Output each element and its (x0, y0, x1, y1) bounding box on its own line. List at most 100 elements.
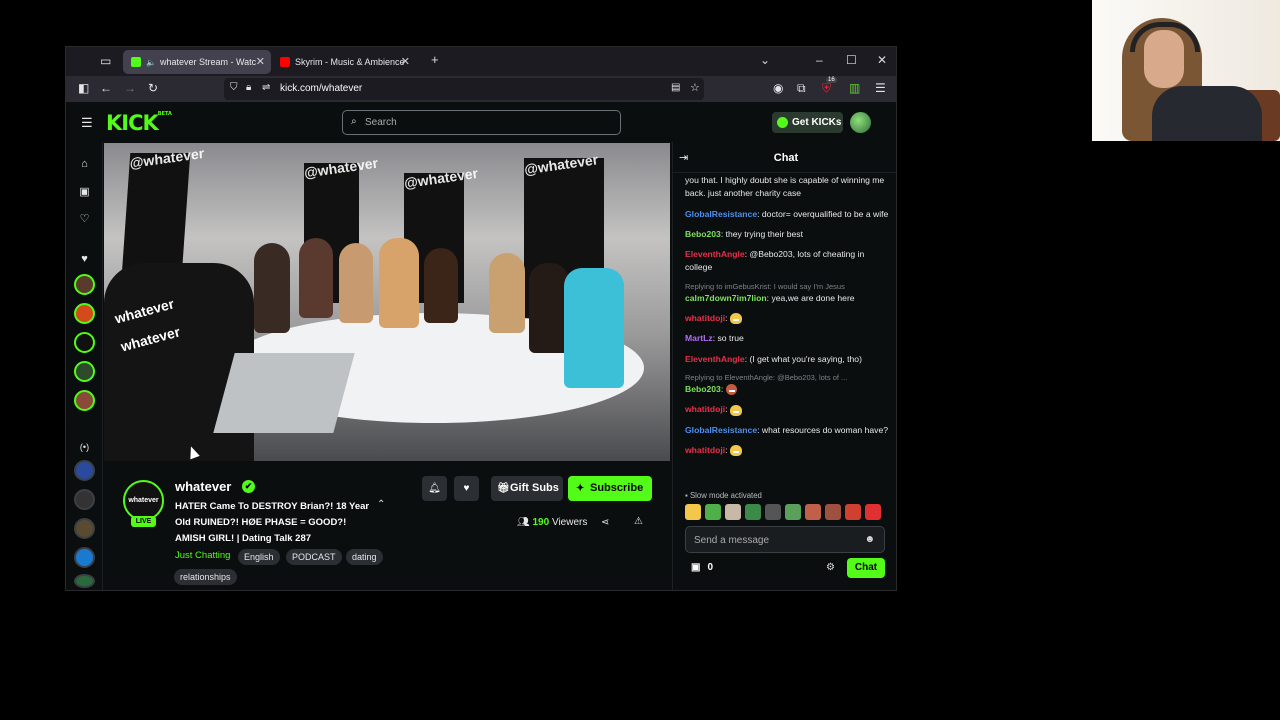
browse-icon[interactable]: ▣ (76, 185, 93, 198)
reply-context[interactable]: Replying to EleventhAngle: @Bebo203, lot… (685, 373, 890, 383)
emoji-picker-icon[interactable]: ☻ (864, 534, 875, 545)
extension-bars-icon[interactable]: ▥ (849, 81, 860, 95)
tab-title: Skyrim - Music & Ambience - N (295, 57, 407, 67)
verified-icon: ✔ (242, 480, 255, 493)
chat-username[interactable]: MartLz (685, 333, 713, 343)
back-icon[interactable]: ← (100, 81, 112, 95)
recommended-channel-avatar[interactable] (74, 547, 95, 568)
home-icon[interactable]: ⌂ (76, 158, 93, 170)
chat-username[interactable]: whatitdoji (685, 404, 725, 414)
chat-username[interactable]: whatitdoji (685, 313, 725, 323)
tab-skyrim[interactable]: Skyrim - Music & Ambience - N ✕ (272, 50, 416, 74)
close-tab-icon[interactable]: ✕ (401, 55, 410, 68)
chat-username[interactable]: Bebo203 (685, 384, 721, 394)
recommended-channel-avatar[interactable] (74, 518, 95, 539)
subscribe-button[interactable]: ✦ Subscribe (568, 476, 652, 501)
hamburger-menu-icon[interactable]: ☰ (81, 115, 93, 131)
url-bar[interactable]: ⛉ 🔒︎ ⇌ kick.com/whatever ▤ ☆ (224, 78, 704, 100)
sidebar-toggle-icon[interactable]: ◧ (78, 81, 89, 95)
menu-icon[interactable]: ☰ (875, 81, 886, 95)
chat-username[interactable]: calm7down7im7lion (685, 293, 767, 303)
followed-channel-avatar[interactable] (74, 332, 95, 353)
tag-pill[interactable]: relationships (174, 569, 237, 585)
tab-kick[interactable]: 🔈 whatever Stream - Watch L ✕ (123, 50, 271, 74)
forward-icon[interactable]: → (124, 81, 136, 95)
beta-tag: BETA (157, 111, 172, 117)
kick-logo[interactable]: KICKBETA (106, 111, 172, 135)
tag-pill[interactable]: English (238, 549, 280, 565)
extensions-icon[interactable]: ⧉ (797, 81, 806, 96)
video-player[interactable]: @whatever @whatever @whatever @whatever … (104, 143, 670, 461)
user-avatar[interactable] (850, 112, 871, 133)
account-icon[interactable]: ◉ (773, 81, 783, 95)
emote-icon[interactable] (685, 504, 701, 520)
reload-icon[interactable]: ↻ (148, 81, 158, 95)
close-tab-icon[interactable]: ✕ (256, 55, 265, 68)
search-bar[interactable]: ⌕ Search (342, 110, 621, 135)
chat-username[interactable]: whatitdoji (685, 445, 725, 455)
send-chat-button[interactable]: Chat (847, 558, 885, 578)
notification-bell-button[interactable]: 🔔︎ (422, 476, 447, 501)
bookmark-star-icon[interactable]: ☆ (690, 81, 700, 94)
recommended-channel-avatar[interactable] (74, 460, 95, 481)
shield-icon[interactable]: ⛉ (230, 82, 238, 93)
followed-channel-avatar[interactable] (74, 274, 95, 295)
chat-message: Replying to imGebusKrist: I would say I'… (685, 282, 890, 305)
emote-icon[interactable] (745, 504, 761, 520)
followed-channel-avatar[interactable] (74, 390, 95, 411)
category-link[interactable]: Just Chatting (175, 550, 230, 561)
recommended-channel-avatar[interactable] (74, 574, 95, 588)
extension-badge: 16 (826, 77, 837, 83)
channel-avatar[interactable]: whatever (123, 480, 164, 521)
chat-settings-gear-icon[interactable]: ⚙ (826, 562, 835, 573)
chat-message-text: (I get what you're saying, tho) (749, 353, 862, 364)
chat-username[interactable]: GlobalResistance (685, 209, 757, 219)
get-kicks-button[interactable]: Get KICKs (772, 112, 843, 133)
lock-icon[interactable]: 🔒︎ (246, 82, 251, 93)
emote-icon[interactable] (865, 504, 881, 520)
webcam-overlay (1092, 0, 1280, 141)
chat-username[interactable]: GlobalResistance (685, 425, 757, 435)
emote-icon[interactable] (785, 504, 801, 520)
emote-icon[interactable] (825, 504, 841, 520)
chat-message: Replying to EleventhAngle: @Bebo203, lot… (685, 373, 890, 396)
permissions-icon[interactable]: ⇌ (262, 82, 270, 93)
kicks-balance-value: 0 (707, 562, 714, 573)
chat-username[interactable]: Bebo203 (685, 229, 721, 239)
followed-channel-avatar[interactable] (74, 361, 95, 382)
channel-name[interactable]: whatever (175, 479, 231, 494)
chat-username[interactable]: EleventhAngle (685, 249, 745, 259)
recommended-channel-avatar[interactable] (74, 489, 95, 510)
wall-branding: @whatever (129, 144, 205, 172)
emote-icon[interactable] (765, 504, 781, 520)
share-icon[interactable]: ⋖ (601, 517, 609, 528)
kicks-balance[interactable]: ▣ 0 (691, 562, 713, 573)
tab-overflow-chevron-icon[interactable]: ⌄ (760, 53, 770, 67)
subscribe-label: Subscribe (590, 482, 644, 494)
chat-message: GlobalResistance: what resources do woma… (685, 424, 890, 437)
emote-icon[interactable] (725, 504, 741, 520)
followed-channel-avatar[interactable] (74, 303, 95, 324)
follow-heart-button[interactable]: ♥ (454, 476, 479, 501)
report-warning-icon[interactable]: ⚠ (634, 516, 643, 527)
reply-context[interactable]: Replying to imGebusKrist: I would say I'… (685, 282, 890, 292)
close-window-icon[interactable]: ✕ (877, 53, 887, 67)
url-text: kick.com/whatever (280, 83, 363, 94)
tag-pill[interactable]: PODCAST (286, 549, 342, 565)
ublock-icon[interactable]: ⛨ (822, 81, 831, 96)
emote-icon[interactable] (845, 504, 861, 520)
emote-icon[interactable] (705, 504, 721, 520)
gift-subs-button[interactable]: 🎁︎ Gift Subs (491, 476, 563, 501)
tab-list-icon[interactable]: ▭ (100, 54, 111, 68)
collapse-chevron-icon[interactable]: ⌃ (377, 499, 385, 510)
chat-message-text: they trying their best (725, 228, 803, 239)
tag-pill[interactable]: dating (346, 549, 383, 565)
following-heart-icon[interactable]: ♡ (76, 212, 93, 225)
maximize-icon[interactable]: ☐ (846, 53, 857, 67)
minimize-icon[interactable]: – (816, 53, 823, 67)
emote-icon[interactable] (805, 504, 821, 520)
new-tab-button[interactable]: + (431, 52, 439, 67)
reader-view-icon[interactable]: ▤ (671, 82, 680, 93)
chat-message-input[interactable] (694, 533, 854, 547)
chat-username[interactable]: EleventhAngle (685, 354, 745, 364)
